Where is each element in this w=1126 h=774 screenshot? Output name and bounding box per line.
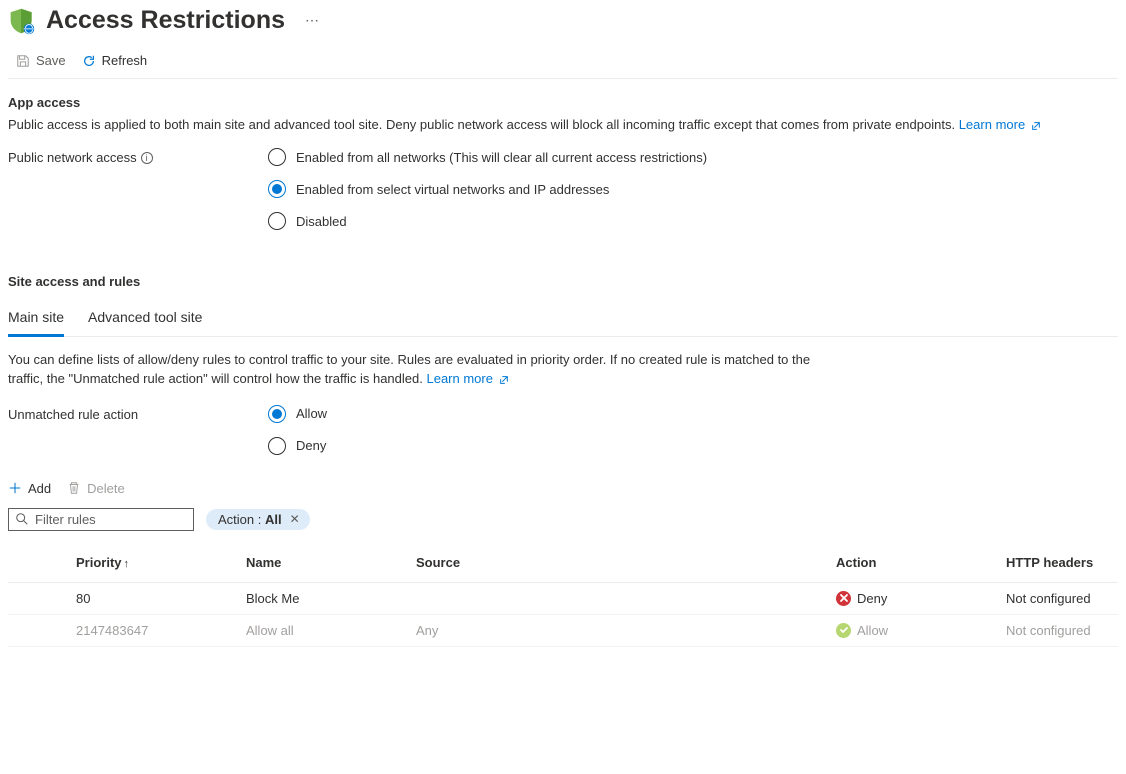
radio-disabled[interactable]: Disabled bbox=[268, 212, 707, 230]
radio-unmatched-deny[interactable]: Deny bbox=[268, 437, 327, 455]
radio-icon bbox=[268, 437, 286, 455]
delete-button[interactable]: Delete bbox=[67, 481, 125, 496]
filter-placeholder: Filter rules bbox=[35, 512, 96, 527]
public-network-access-group: Enabled from all networks (This will cle… bbox=[268, 148, 707, 230]
cell-action: Deny bbox=[828, 582, 998, 614]
shield-icon bbox=[8, 7, 36, 35]
tab-advanced-tool-site[interactable]: Advanced tool site bbox=[88, 303, 202, 337]
rule-toolbar: Add Delete bbox=[8, 481, 1118, 496]
allow-badge-icon bbox=[836, 623, 851, 638]
app-access-learn-more[interactable]: Learn more bbox=[959, 117, 1041, 132]
radio-unmatched-allow[interactable]: Allow bbox=[268, 405, 327, 423]
site-access-desc: You can define lists of allow/deny rules… bbox=[8, 351, 828, 389]
tab-main-site[interactable]: Main site bbox=[8, 303, 64, 337]
info-icon[interactable]: i bbox=[141, 152, 153, 164]
close-icon[interactable]: ✕ bbox=[288, 512, 302, 526]
table-row[interactable]: 2147483647Allow allAnyAllowNot configure… bbox=[8, 614, 1118, 646]
table-row[interactable]: 80Block Me DenyNot configured bbox=[8, 582, 1118, 614]
column-source[interactable]: Source bbox=[408, 545, 828, 583]
unmatched-rule-action-group: Allow Deny bbox=[268, 405, 327, 455]
external-link-icon bbox=[499, 375, 509, 385]
radio-enabled-select[interactable]: Enabled from select virtual networks and… bbox=[268, 180, 707, 198]
refresh-icon bbox=[82, 54, 96, 68]
trash-icon bbox=[67, 481, 81, 495]
sort-up-icon: ↑ bbox=[124, 558, 130, 570]
cell-source: Any bbox=[408, 614, 828, 646]
site-access-heading: Site access and rules bbox=[8, 274, 1118, 289]
site-tabs: Main site Advanced tool site bbox=[8, 303, 1118, 337]
delete-label: Delete bbox=[87, 481, 125, 496]
cell-name: Allow all bbox=[238, 614, 408, 646]
app-access-desc: Public access is applied to both main si… bbox=[8, 116, 1118, 134]
plus-icon bbox=[8, 481, 22, 495]
save-icon bbox=[16, 54, 30, 68]
radio-icon bbox=[268, 148, 286, 166]
search-icon bbox=[15, 512, 29, 526]
site-access-learn-more[interactable]: Learn more bbox=[426, 371, 508, 386]
column-http-headers[interactable]: HTTP headers bbox=[998, 545, 1118, 583]
refresh-button[interactable]: Refresh bbox=[76, 51, 154, 70]
column-name[interactable]: Name bbox=[238, 545, 408, 583]
page-title: Access Restrictions bbox=[46, 6, 305, 35]
filter-row: Filter rules Action : All ✕ bbox=[8, 508, 1118, 531]
add-label: Add bbox=[28, 481, 51, 496]
app-access-heading: App access bbox=[8, 95, 1118, 110]
cell-action: Allow bbox=[828, 614, 998, 646]
unmatched-rule-action-label: Unmatched rule action bbox=[8, 405, 268, 422]
radio-icon bbox=[268, 212, 286, 230]
cell-priority: 2147483647 bbox=[68, 614, 238, 646]
public-network-access-label: Public network access i bbox=[8, 148, 268, 165]
column-action[interactable]: Action bbox=[828, 545, 998, 583]
cell-priority: 80 bbox=[68, 582, 238, 614]
add-button[interactable]: Add bbox=[8, 481, 51, 496]
refresh-label: Refresh bbox=[102, 53, 148, 68]
save-label: Save bbox=[36, 53, 66, 68]
cell-http-headers: Not configured bbox=[998, 614, 1118, 646]
rules-table: Priority↑ Name Source Action HTTP header… bbox=[8, 545, 1118, 647]
radio-icon bbox=[268, 180, 286, 198]
cell-name: Block Me bbox=[238, 582, 408, 614]
cell-http-headers: Not configured bbox=[998, 582, 1118, 614]
radio-enabled-all[interactable]: Enabled from all networks (This will cle… bbox=[268, 148, 707, 166]
cell-source bbox=[408, 582, 828, 614]
filter-pill-action[interactable]: Action : All ✕ bbox=[206, 509, 310, 530]
radio-icon bbox=[268, 405, 286, 423]
column-priority[interactable]: Priority↑ bbox=[68, 545, 238, 583]
save-button[interactable]: Save bbox=[10, 51, 72, 70]
filter-rules-input[interactable]: Filter rules bbox=[8, 508, 194, 531]
external-link-icon bbox=[1031, 121, 1041, 131]
deny-badge-icon bbox=[836, 591, 851, 606]
more-button[interactable]: ⋯ bbox=[305, 12, 320, 29]
command-bar: Save Refresh bbox=[8, 45, 1118, 79]
